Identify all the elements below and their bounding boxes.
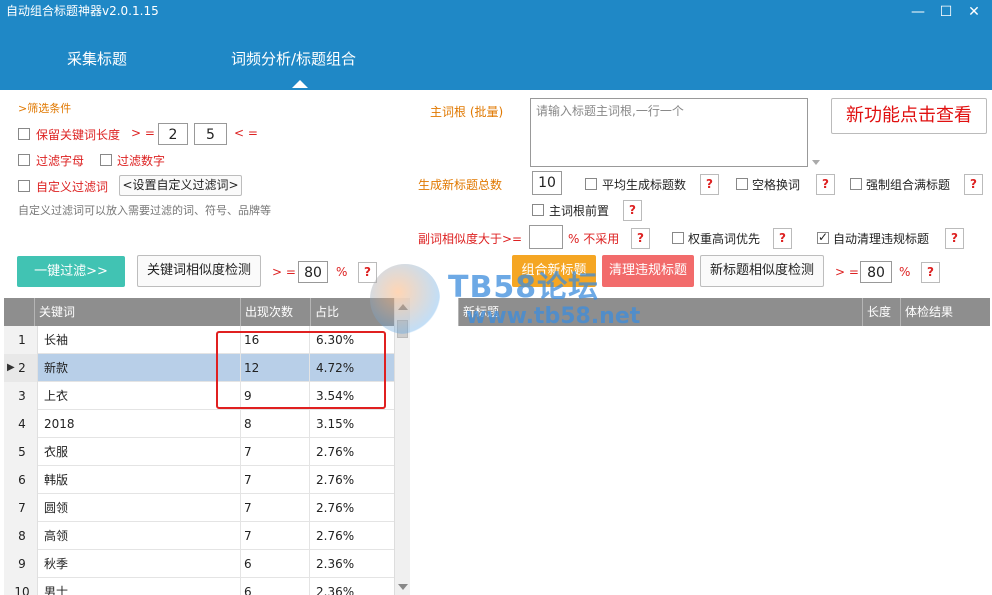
ge-label: > = — [131, 126, 155, 140]
one-click-filter-button[interactable]: 一键过滤>> — [17, 256, 125, 287]
total-titles-input[interactable]: 10 — [532, 171, 562, 195]
space-label: 空格换词 — [752, 178, 801, 192]
similarity-input[interactable] — [529, 225, 563, 249]
column-length[interactable]: 长度 — [862, 298, 900, 326]
table-row[interactable]: 9 秋季 6 2.36% — [4, 550, 394, 578]
active-tab-indicator — [292, 80, 308, 88]
new-title-help-button[interactable]: ? — [921, 262, 940, 283]
auto-clean-label: 自动清理违规标题 — [833, 232, 930, 246]
filter-letters-label: 过滤字母 — [36, 154, 85, 168]
auto-clean-checkbox[interactable] — [817, 230, 829, 244]
average-checkbox[interactable] — [585, 178, 597, 190]
close-icon[interactable]: ✕ — [962, 2, 986, 22]
min-length-input[interactable]: 2 — [158, 123, 188, 145]
keep-length-checkbox[interactable] — [18, 128, 30, 140]
custom-filter-label: 自定义过滤词 — [36, 180, 109, 194]
keyword-similarity-button[interactable]: 关键词相似度检测 — [137, 255, 261, 287]
table-row[interactable]: 8 高领 7 2.76% — [4, 522, 394, 550]
watermark-text: TB58论坛 — [448, 270, 600, 305]
weight-help-button[interactable]: ? — [773, 228, 792, 249]
weight-label: 权重高词优先 — [688, 232, 761, 246]
not-used-label: % 不采用 — [568, 232, 620, 246]
set-custom-filter-button[interactable]: <设置自定义过滤词> — [119, 175, 242, 196]
scroll-down-icon[interactable] — [812, 160, 820, 165]
column-check-result[interactable]: 体检结果 — [900, 298, 990, 326]
tab-collect-titles[interactable]: 采集标题 — [67, 48, 127, 69]
force-full-label: 强制组合满标题 — [866, 178, 951, 192]
total-titles-label: 生成新标题总数 — [418, 178, 503, 192]
auto-clean-help-button[interactable]: ? — [945, 228, 964, 249]
table-row[interactable]: 10 男士 6 2.36% — [4, 578, 394, 595]
average-label: 平均生成标题数 — [602, 178, 687, 192]
clean-violations-button[interactable]: 清理违规标题 — [602, 255, 694, 287]
average-help-button[interactable]: ? — [700, 174, 719, 195]
root-front-help-button[interactable]: ? — [623, 200, 642, 221]
minimize-icon[interactable]: — — [906, 2, 930, 22]
custom-filter-checkbox[interactable] — [18, 180, 30, 192]
maximize-icon[interactable]: ☐ — [934, 2, 958, 22]
filter-digits-label: 过滤数字 — [117, 154, 166, 168]
force-full-help-button[interactable]: ? — [964, 174, 983, 195]
filter-digits-checkbox[interactable] — [100, 154, 112, 166]
watermark-url: www.tb58.net — [466, 304, 641, 329]
title-bar: 自动组合标题神器v2.0.1.15 — ☐ ✕ 采集标题 词频分析/标题组合 — [0, 0, 992, 90]
nt-percent-label: % — [899, 265, 911, 279]
keyword-similarity-input[interactable]: 80 — [298, 261, 328, 283]
table-row[interactable]: 7 圆领 7 2.76% — [4, 494, 394, 522]
new-title-similarity-input[interactable]: 80 — [860, 261, 892, 283]
space-checkbox[interactable] — [736, 178, 748, 190]
table-row[interactable]: 5 衣服 7 2.76% — [4, 438, 394, 466]
keyword-table-header: 关键词 出现次数 占比 — [4, 298, 394, 326]
filter-letters-checkbox[interactable] — [18, 154, 30, 166]
keyword-table-scrollbar[interactable] — [394, 298, 410, 595]
column-keyword[interactable]: 关键词 — [34, 298, 240, 326]
main-root-textarea[interactable]: 请输入标题主词根,一行一个 — [530, 98, 808, 167]
le-label: < = — [234, 126, 258, 140]
new-feature-button[interactable]: 新功能点击查看 — [831, 98, 987, 134]
main-root-label: 主词根 (批量) — [430, 105, 504, 119]
custom-filter-hint: 自定义过滤词可以放入需要过滤的词、符号、品牌等 — [18, 204, 271, 217]
weight-checkbox[interactable] — [672, 232, 684, 244]
new-title-similarity-button[interactable]: 新标题相似度检测 — [700, 255, 824, 287]
max-length-input[interactable]: 5 — [194, 123, 227, 145]
force-full-checkbox[interactable] — [850, 178, 862, 190]
table-row[interactable]: 6 韩版 7 2.76% — [4, 466, 394, 494]
nt-ge-label: > = — [835, 265, 859, 279]
app-title: 自动组合标题神器v2.0.1.15 — [6, 4, 159, 18]
scroll-down-icon[interactable] — [398, 584, 408, 590]
keep-length-label: 保留关键词长度 — [36, 128, 121, 142]
root-front-checkbox[interactable] — [532, 204, 544, 216]
filter-section-title: >筛选条件 — [18, 102, 72, 115]
watermark-logo — [370, 264, 440, 334]
root-front-label: 主词根前置 — [549, 204, 610, 218]
textarea-scrollbar[interactable] — [810, 98, 822, 167]
table-row[interactable]: 4 2018 8 3.15% — [4, 410, 394, 438]
kw-ge-label: > = — [272, 265, 296, 279]
space-help-button[interactable]: ? — [816, 174, 835, 195]
column-count[interactable]: 出现次数 — [240, 298, 310, 326]
similarity-help-button[interactable]: ? — [631, 228, 650, 249]
kw-percent-label: % — [336, 265, 348, 279]
tab-word-frequency[interactable]: 词频分析/标题组合 — [231, 48, 356, 69]
highlight-annotation — [216, 331, 386, 409]
similarity-label: 副词相似度大于>= — [418, 232, 523, 246]
